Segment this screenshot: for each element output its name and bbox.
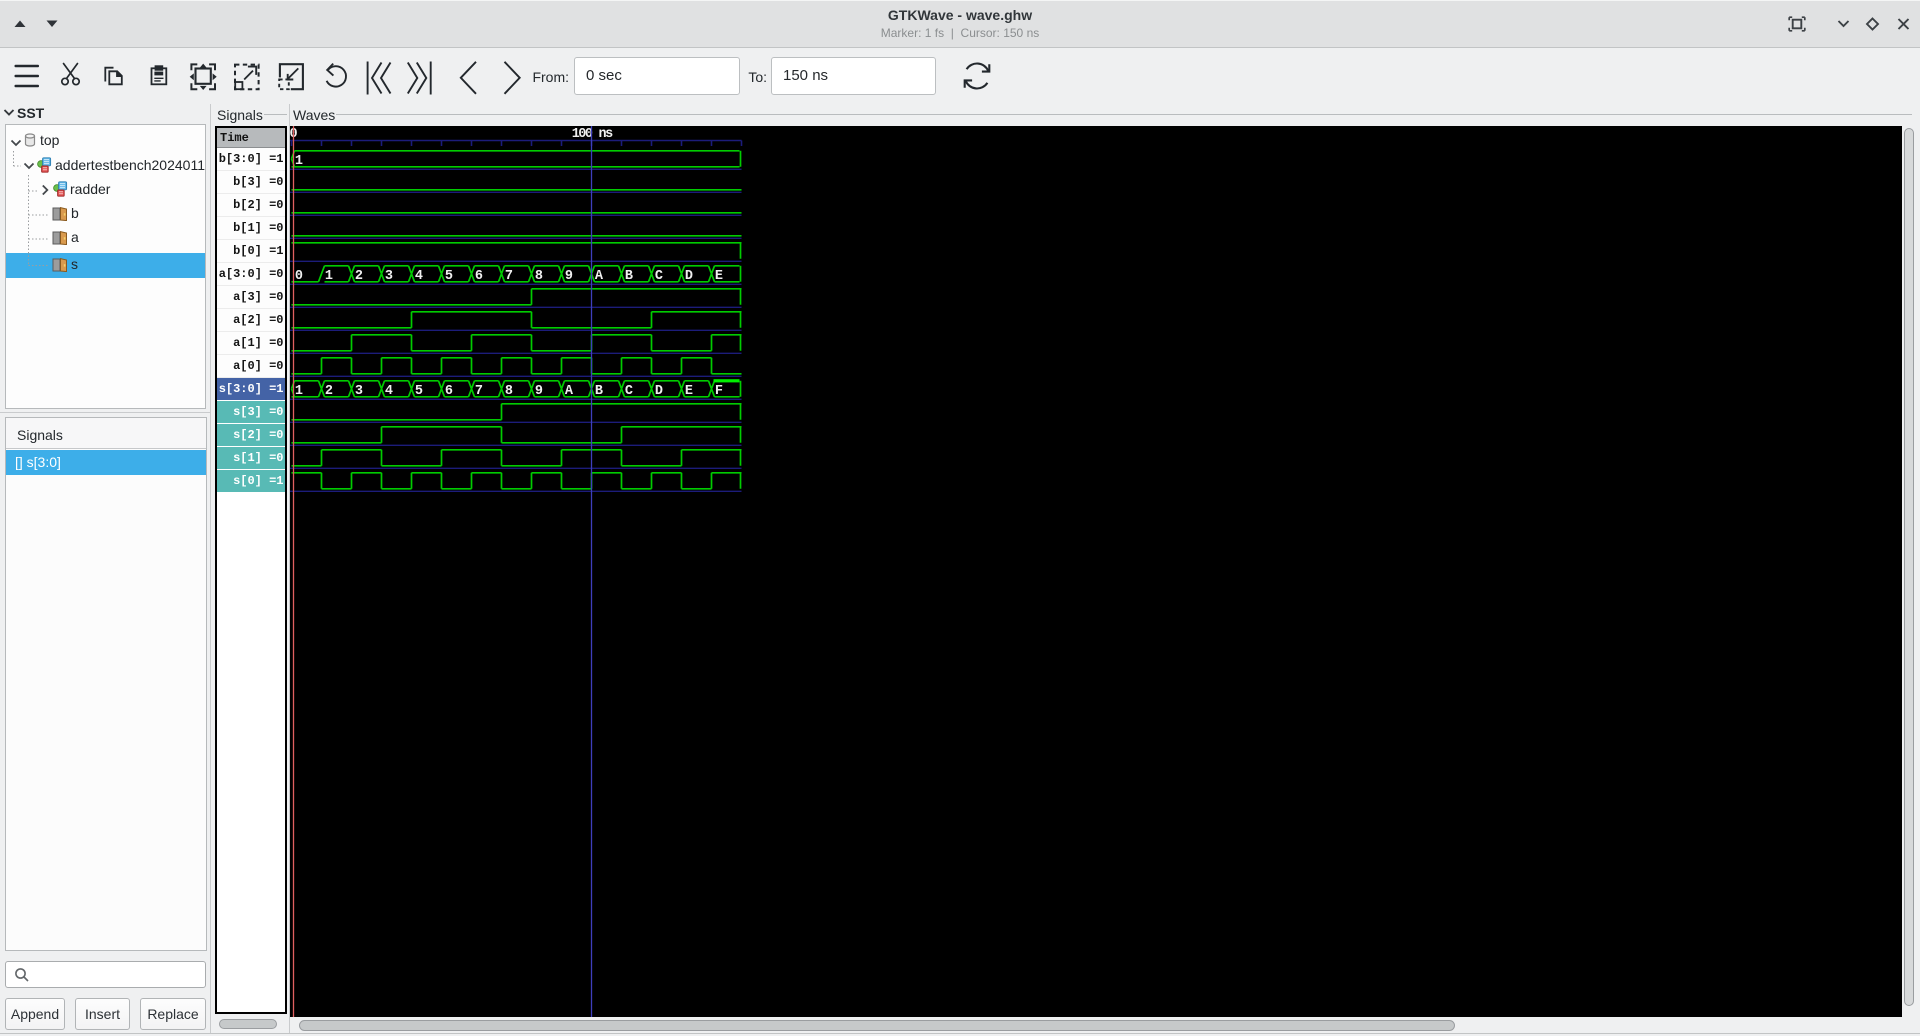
svg-text:4: 4 — [385, 384, 393, 399]
svg-text:7: 7 — [505, 269, 513, 284]
svg-text:D: D — [655, 384, 663, 399]
svg-text:1: 1 — [295, 384, 303, 399]
svg-text:3: 3 — [385, 269, 393, 284]
svg-text:E: E — [715, 269, 723, 284]
svg-text:A: A — [565, 384, 574, 399]
svg-text:8: 8 — [505, 384, 513, 399]
svg-text:1: 1 — [325, 269, 333, 284]
svg-text:6: 6 — [475, 269, 483, 284]
svg-text:7: 7 — [475, 384, 483, 399]
svg-text:1: 1 — [295, 154, 303, 169]
svg-text:A: A — [595, 269, 604, 284]
svg-text:9: 9 — [535, 384, 543, 399]
svg-text:8: 8 — [535, 269, 543, 284]
svg-text:6: 6 — [445, 384, 453, 399]
svg-text:0: 0 — [295, 269, 303, 284]
svg-text:E: E — [685, 384, 693, 399]
svg-text:5: 5 — [445, 269, 453, 284]
svg-text:D: D — [685, 269, 693, 284]
svg-text:5: 5 — [415, 384, 423, 399]
svg-text:C: C — [655, 269, 663, 284]
svg-text:100: 100 — [572, 127, 593, 142]
svg-text:ns: ns — [599, 127, 614, 142]
svg-text:2: 2 — [355, 269, 363, 284]
svg-text:F: F — [715, 384, 723, 399]
svg-text:B: B — [595, 384, 603, 399]
svg-text:C: C — [625, 384, 633, 399]
svg-text:9: 9 — [565, 269, 573, 284]
svg-text:2: 2 — [325, 384, 333, 399]
svg-text:4: 4 — [415, 269, 423, 284]
svg-text:3: 3 — [355, 384, 363, 399]
svg-text:B: B — [625, 269, 633, 284]
